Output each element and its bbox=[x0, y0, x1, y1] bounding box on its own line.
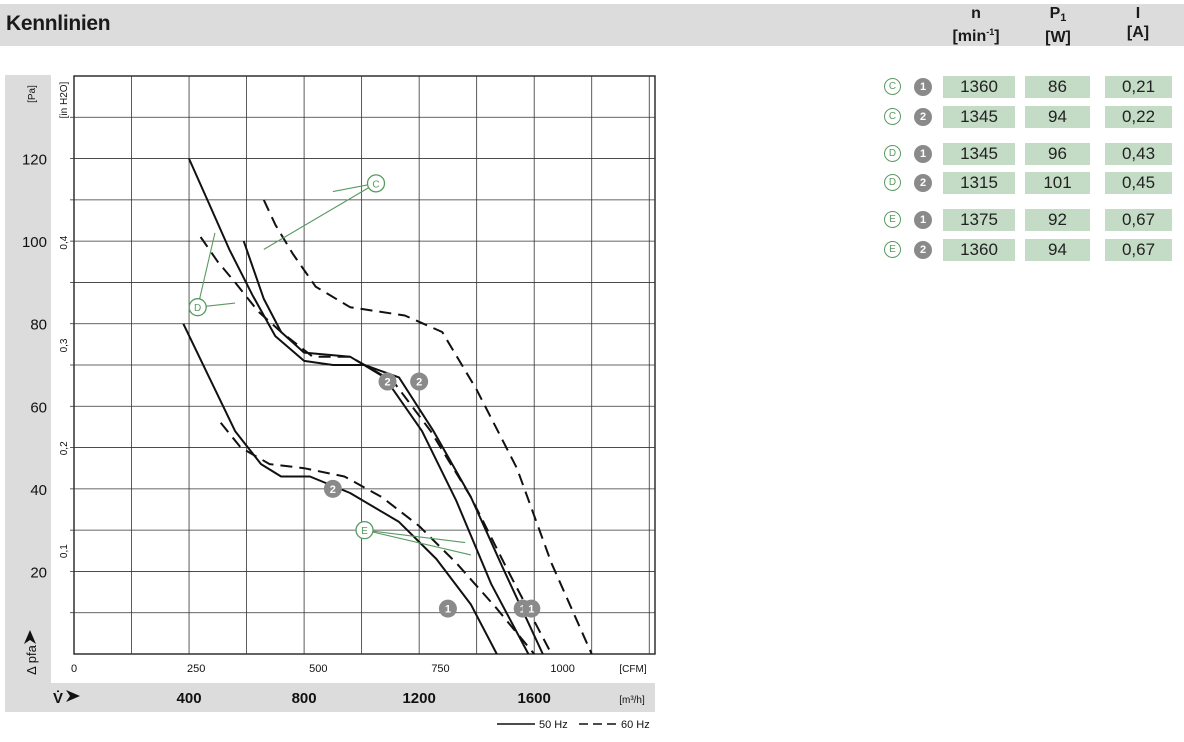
y-tick-label: 80 bbox=[30, 317, 47, 334]
power-cell: 86 bbox=[1025, 76, 1090, 98]
table-row: E 1 1375 92 0,67 bbox=[884, 209, 1184, 231]
operating-point-label: 1 bbox=[445, 604, 451, 616]
legend-label: 50 Hz bbox=[539, 719, 568, 731]
x-tick-label: 1200 bbox=[402, 690, 435, 707]
x-axis-arrow bbox=[66, 690, 80, 702]
x-secondary-tick-label: 0 bbox=[71, 663, 77, 675]
y-axis-arrow bbox=[24, 630, 36, 644]
current-cell: 0,45 bbox=[1105, 172, 1172, 194]
current-cell: 0,22 bbox=[1105, 106, 1172, 128]
curve-marker: E bbox=[884, 211, 901, 228]
operating-point-label: 2 bbox=[416, 377, 422, 389]
table-row: D 1 1345 96 0,43 bbox=[884, 143, 1184, 165]
operating-point-label: 1 bbox=[528, 604, 534, 616]
table-row: E 2 1360 94 0,67 bbox=[884, 239, 1184, 261]
curve-callout-label: E bbox=[361, 526, 368, 537]
point-marker: 1 bbox=[914, 145, 932, 163]
speed-cell: 1315 bbox=[943, 172, 1015, 194]
y-axis-label: Δ pfa bbox=[24, 644, 39, 674]
y-secondary-unit-label: [in H2O] bbox=[59, 81, 70, 118]
point-marker: 1 bbox=[914, 78, 932, 96]
speed-cell: 1360 bbox=[943, 239, 1015, 261]
point-marker: 2 bbox=[914, 108, 932, 126]
y-secondary-tick-label: 0,2 bbox=[59, 441, 70, 455]
speed-cell: 1345 bbox=[943, 106, 1015, 128]
point-marker: 2 bbox=[914, 241, 932, 259]
callout-leader-line bbox=[364, 529, 466, 544]
x-secondary-unit-label: [CFM] bbox=[619, 664, 646, 675]
x-secondary-tick-label: 250 bbox=[187, 663, 205, 675]
y-tick-label: 20 bbox=[30, 564, 47, 581]
point-marker: 2 bbox=[914, 174, 932, 192]
power-cell: 101 bbox=[1025, 172, 1090, 194]
point-marker: 1 bbox=[914, 211, 932, 229]
y-tick-label: 120 bbox=[22, 152, 47, 169]
operating-point-label: 2 bbox=[330, 484, 336, 496]
curve-marker: C bbox=[884, 108, 901, 125]
y-secondary-tick-label: 0,4 bbox=[59, 235, 70, 249]
x-secondary-tick-label: 750 bbox=[431, 663, 449, 675]
table-row: D 2 1315 101 0,45 bbox=[884, 172, 1184, 194]
y-secondary-tick-label: 0,1 bbox=[59, 544, 70, 558]
x-axis-label: V̇ bbox=[53, 690, 63, 707]
x-tick-label: 800 bbox=[292, 690, 317, 707]
current-cell: 0,43 bbox=[1105, 143, 1172, 165]
table-row: C 1 1360 86 0,21 bbox=[884, 76, 1184, 98]
x-secondary-tick-label: 500 bbox=[309, 663, 327, 675]
curve-marker: E bbox=[884, 241, 901, 258]
y-tick-label: 100 bbox=[22, 234, 47, 251]
curve-marker: D bbox=[884, 174, 901, 191]
callout-leader-line bbox=[364, 529, 472, 556]
power-cell: 96 bbox=[1025, 143, 1090, 165]
speed-cell: 1345 bbox=[943, 143, 1015, 165]
curve-marker: C bbox=[884, 78, 901, 95]
y-tick-label: 60 bbox=[30, 399, 47, 416]
x-tick-label: 400 bbox=[177, 690, 202, 707]
curve-e-60hz bbox=[219, 422, 535, 655]
operating-point-label: 2 bbox=[384, 377, 390, 389]
speed-cell: 1375 bbox=[943, 209, 1015, 231]
curve-d-60hz bbox=[199, 236, 553, 655]
y-unit-label: [Pa] bbox=[27, 85, 38, 103]
speed-cell: 1360 bbox=[943, 76, 1015, 98]
callout-leader-line bbox=[263, 182, 377, 250]
x-secondary-tick-label: 1000 bbox=[550, 663, 574, 675]
y-tick-label: 40 bbox=[30, 482, 47, 499]
current-cell: 0,21 bbox=[1105, 76, 1172, 98]
power-cell: 94 bbox=[1025, 106, 1090, 128]
current-cell: 0,67 bbox=[1105, 209, 1172, 231]
y-secondary-tick-label: 0,3 bbox=[59, 338, 70, 352]
table-row: C 2 1345 94 0,22 bbox=[884, 106, 1184, 128]
legend-label: 60 Hz bbox=[621, 719, 650, 731]
current-cell: 0,67 bbox=[1105, 239, 1172, 261]
power-cell: 94 bbox=[1025, 239, 1090, 261]
curve-callout-label: D bbox=[194, 303, 201, 314]
curve-callout-label: C bbox=[372, 179, 379, 190]
x-unit-label: [m³/h] bbox=[619, 695, 645, 706]
curve-marker: D bbox=[884, 145, 901, 162]
x-tick-label: 1600 bbox=[518, 690, 551, 707]
power-cell: 92 bbox=[1025, 209, 1090, 231]
